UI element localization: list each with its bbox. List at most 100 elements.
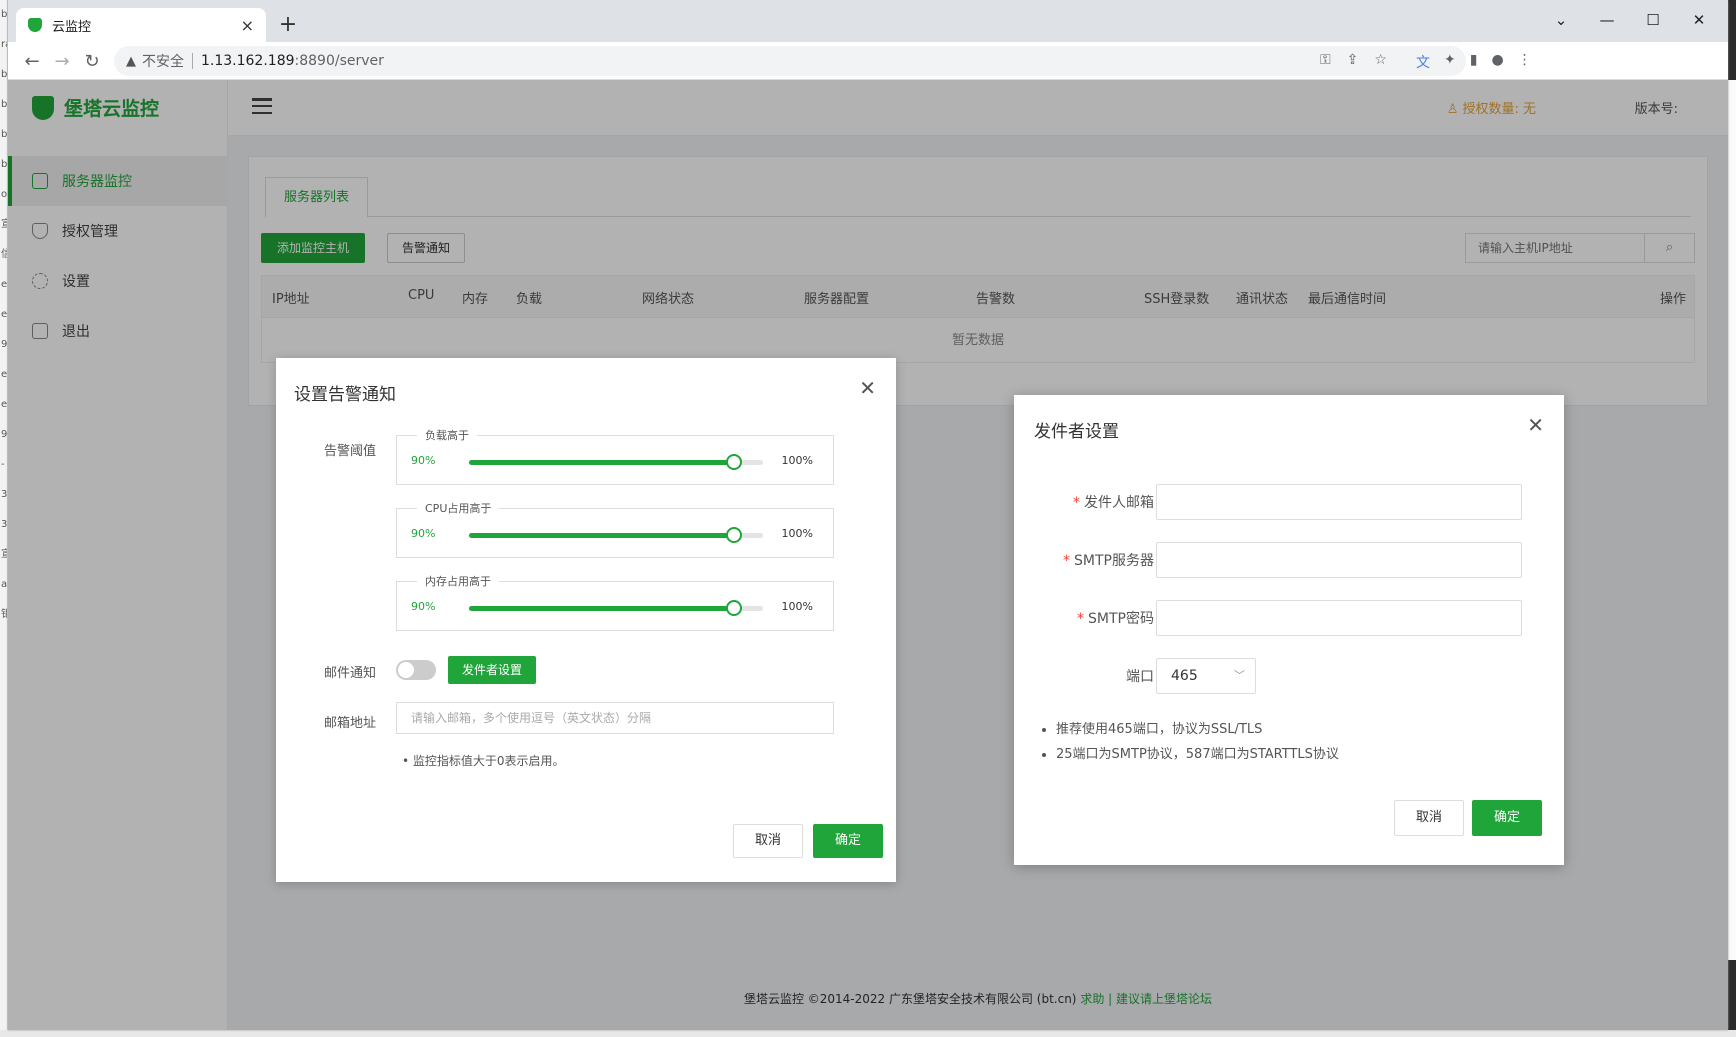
slider-handle[interactable]: [725, 527, 742, 543]
port-select[interactable]: 465 ﹀: [1156, 658, 1256, 694]
profile-icon[interactable]: ●: [1491, 52, 1503, 72]
desktop-glyph: o: [1, 189, 8, 200]
minimize-icon[interactable]: —: [1584, 6, 1630, 34]
dialog-title: 设置告警通知: [294, 385, 396, 405]
browser-tab[interactable]: 云监控 ×: [16, 8, 266, 42]
address-bar[interactable]: ▲ 不安全 1.13.162.189:8890/server: [114, 46, 1466, 76]
tip-item: 25端口为SMTP协议，587端口为STARTTLS协议: [1056, 742, 1339, 767]
slider-handle[interactable]: [725, 600, 742, 616]
desktop-glyph: ra: [1, 39, 7, 50]
desktop-glyph: b: [1, 9, 8, 20]
load-threshold-slider: 负载高于 90% 100%: [396, 427, 834, 485]
slider-value: 90%: [411, 527, 436, 540]
key-icon[interactable]: ⚿: [1320, 52, 1331, 68]
reload-icon[interactable]: ↻: [80, 50, 104, 74]
required-mark: *: [1063, 553, 1071, 569]
threshold-label: 告警阈值: [323, 444, 376, 459]
alert-settings-dialog: 设置告警通知 ✕ 告警阈值 负载高于 90% 100% CPU占用高于 90% …: [276, 358, 896, 882]
window-controls: ⌄ — ☐ ✕: [1538, 6, 1722, 34]
sidepanel-icon[interactable]: ▮: [1470, 52, 1478, 72]
desktop-glyph: e: [1, 309, 8, 320]
hint-text: • 监控指标值大于0表示启用。: [402, 752, 565, 769]
tip-item: 推荐使用465端口，协议为SSL/TLS: [1056, 717, 1339, 742]
sender-settings-dialog: 发件者设置 ✕ * 发件人邮箱 * SMTP服务器 * SMTP密码 端口 465 ﹀…: [1014, 395, 1564, 865]
confirm-button[interactable]: 确定: [813, 824, 883, 858]
extension-icons: 文 ✦ ▮ ● ⋮: [1416, 52, 1532, 72]
mail-notify-toggle[interactable]: [396, 660, 436, 680]
desktop-glyph: 信: [0, 240, 7, 270]
smtp-password-input[interactable]: [1156, 600, 1522, 636]
cpu-threshold-slider: CPU占用高于 90% 100%: [396, 500, 834, 558]
port-tips: 推荐使用465端口，协议为SSL/TLS 25端口为SMTP协议，587端口为S…: [1040, 717, 1339, 767]
confirm-button[interactable]: 确定: [1472, 800, 1542, 836]
desktop-glyph: a: [1, 579, 8, 590]
email-label: 邮箱地址: [323, 716, 376, 731]
url-path: :8890/server: [294, 53, 384, 69]
browser-window: 云监控 × + ⌄ — ☐ ✕ ← → ↻ ▲ 不安全 1.13.162.189…: [8, 0, 1728, 1030]
desktop-glyph: 宣: [0, 210, 7, 240]
port-label: 端口: [1126, 669, 1154, 685]
desktop-glyph: e: [1, 369, 8, 380]
desktop-glyph: 9: [1, 429, 8, 440]
chevron-down-icon: ﹀: [1234, 669, 1245, 682]
slider-max: 100%: [781, 600, 813, 613]
browser-toolbar: ← → ↻ ▲ 不安全 1.13.162.189:8890/server ⚿ ⇪…: [8, 42, 1728, 80]
sender-email-label: * 发件人邮箱: [1014, 492, 1154, 512]
omnibox-actions: ⚿ ⇪ ☆: [1320, 52, 1387, 68]
browser-tab-bar: 云监控 × + ⌄ — ☐ ✕: [8, 0, 1728, 42]
desktop-glyph: e: [1, 399, 8, 410]
share-icon[interactable]: ⇪: [1347, 52, 1359, 68]
slider-legend: CPU占用高于: [417, 500, 500, 516]
forward-icon[interactable]: →: [50, 50, 74, 74]
close-icon[interactable]: ✕: [1527, 413, 1544, 437]
bookmark-star-icon[interactable]: ☆: [1374, 52, 1387, 68]
tab-search-icon[interactable]: ⌄: [1538, 6, 1584, 34]
slider-max: 100%: [781, 527, 813, 540]
close-icon[interactable]: ✕: [859, 376, 876, 400]
desktop-taskbar-strip: [0, 1030, 1736, 1037]
desktop-glyph: b: [1, 69, 8, 80]
required-mark: *: [1077, 611, 1085, 627]
window-close-icon[interactable]: ✕: [1676, 6, 1722, 34]
sender-email-input[interactable]: [1156, 484, 1522, 520]
dialog-title: 发件者设置: [1034, 422, 1119, 442]
required-mark: *: [1073, 495, 1080, 511]
maximize-icon[interactable]: ☐: [1630, 6, 1676, 34]
label-text: SMTP密码: [1088, 611, 1154, 627]
more-icon[interactable]: ⋮: [1518, 52, 1532, 72]
cancel-button[interactable]: 取消: [733, 824, 803, 858]
bullet: •: [402, 754, 413, 768]
desktop-glyph: b: [1, 99, 8, 110]
desktop-glyph: e: [1, 279, 8, 290]
divider: [192, 53, 193, 69]
new-tab-button[interactable]: +: [274, 12, 302, 40]
desktop-glyph: 9: [1, 339, 8, 350]
desktop-glyph: b: [1, 129, 8, 140]
puzzle-icon[interactable]: ✦: [1444, 52, 1456, 72]
smtp-server-input[interactable]: [1156, 542, 1522, 578]
cancel-button[interactable]: 取消: [1394, 800, 1464, 836]
smtp-server-label: * SMTP服务器: [1014, 550, 1154, 570]
warning-icon: ▲: [126, 53, 136, 69]
desktop-glyph: 3: [1, 519, 8, 530]
slider-legend: 负载高于: [417, 427, 477, 443]
desktop-left-strip: brabbbbo宣信ee9ee9-33宣a钜: [0, 0, 8, 1037]
translate-icon[interactable]: 文: [1416, 52, 1430, 72]
desktop-glyph: -: [1, 459, 5, 470]
tab-title: 云监控: [52, 19, 92, 35]
tab-close-icon[interactable]: ×: [241, 16, 254, 35]
back-icon[interactable]: ←: [20, 50, 44, 74]
sender-settings-button[interactable]: 发件者设置: [448, 656, 537, 684]
slider-value: 90%: [411, 454, 436, 467]
slider-track[interactable]: [469, 454, 763, 470]
favicon-icon: [28, 18, 42, 32]
label-text: 发件人邮箱: [1084, 495, 1154, 511]
slider-max: 100%: [781, 454, 813, 467]
email-input[interactable]: [396, 702, 834, 734]
slider-track[interactable]: [469, 527, 763, 543]
slider-handle[interactable]: [725, 454, 742, 470]
security-label: 不安全: [142, 54, 184, 70]
smtp-password-label: * SMTP密码: [1014, 608, 1154, 628]
desktop-glyph: 钜: [0, 600, 7, 630]
slider-track[interactable]: [469, 600, 763, 616]
